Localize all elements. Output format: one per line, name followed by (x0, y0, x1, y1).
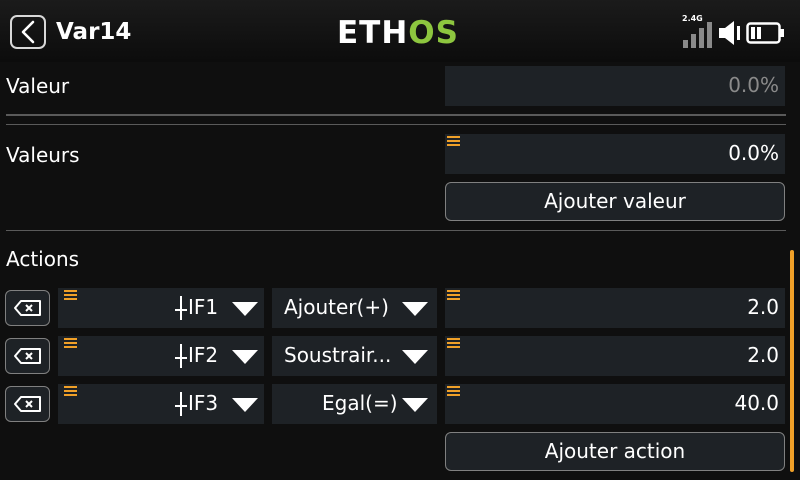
action-value-field[interactable]: 2.0 (445, 288, 785, 328)
triangle-down-icon (232, 302, 258, 316)
valeur-field: 0.0% (445, 66, 785, 106)
operation-select[interactable]: Ajouter(+) (272, 288, 437, 328)
back-button[interactable] (10, 15, 46, 49)
condition-select[interactable]: IF2 (58, 336, 264, 376)
drag-handle-icon[interactable] (447, 386, 460, 397)
switch-icon (175, 392, 187, 416)
operation-select[interactable]: Egal(=) (272, 384, 437, 424)
ethos-logo: ETHOS (337, 16, 459, 50)
operation-text: Ajouter(+) (284, 295, 389, 319)
actions-label: Actions (6, 247, 80, 271)
action-value-text: 2.0 (747, 295, 779, 319)
action-value-text: 2.0 (747, 343, 779, 367)
add-value-button[interactable]: Ajouter valeur (445, 182, 785, 221)
status-area: 2.4G (680, 14, 790, 50)
triangle-down-icon (232, 350, 258, 364)
backspace-x-icon (13, 348, 41, 364)
drag-handle-icon[interactable] (447, 136, 460, 147)
operation-text: Egal(=) (322, 391, 398, 415)
page-title: Var14 (56, 19, 132, 45)
divider (6, 124, 786, 125)
action-value-field[interactable]: 2.0 (445, 336, 785, 376)
divider (6, 230, 786, 231)
switch-icon (175, 296, 187, 320)
add-action-button[interactable]: Ajouter action (445, 432, 785, 471)
battery-icon (746, 22, 784, 44)
valeur-label: Valeur (6, 74, 70, 98)
drag-handle-icon[interactable] (447, 290, 460, 301)
condition-select[interactable]: IF3 (58, 384, 264, 424)
triangle-down-icon (402, 398, 428, 412)
valeurs-value-field[interactable]: 0.0% (445, 134, 785, 174)
chevron-left-icon (21, 20, 35, 44)
divider (6, 114, 786, 116)
drag-handle-icon[interactable] (64, 386, 77, 397)
scrollbar[interactable] (790, 250, 794, 472)
delete-action-button[interactable] (5, 290, 50, 326)
action-value-field[interactable]: 40.0 (445, 384, 785, 424)
drag-handle-icon[interactable] (64, 290, 77, 301)
drag-handle-icon[interactable] (64, 338, 77, 349)
signal-bars-icon (683, 22, 712, 48)
condition-text: IF1 (188, 295, 219, 319)
operation-text: Soustrair... (284, 343, 392, 367)
delete-action-button[interactable] (5, 386, 50, 422)
operation-select[interactable]: Soustrair... (272, 336, 437, 376)
triangle-down-icon (232, 398, 258, 412)
action-value-text: 40.0 (734, 391, 779, 415)
logo-text-eth: ETH (337, 15, 409, 51)
condition-text: IF3 (188, 391, 219, 415)
condition-select[interactable]: IF1 (58, 288, 264, 328)
backspace-x-icon (13, 300, 41, 316)
speaker-icon (719, 21, 740, 45)
valeurs-value-text: 0.0% (728, 141, 779, 165)
backspace-x-icon (13, 396, 41, 412)
delete-action-button[interactable] (5, 338, 50, 374)
valeurs-label: Valeurs (6, 143, 80, 167)
drag-handle-icon[interactable] (447, 338, 460, 349)
condition-text: IF2 (188, 343, 219, 367)
logo-text-os: OS (408, 15, 459, 51)
switch-icon (175, 344, 187, 368)
triangle-down-icon (402, 302, 428, 316)
triangle-down-icon (402, 350, 428, 364)
top-bar: Var14 ETHOS 2.4G (0, 0, 800, 62)
